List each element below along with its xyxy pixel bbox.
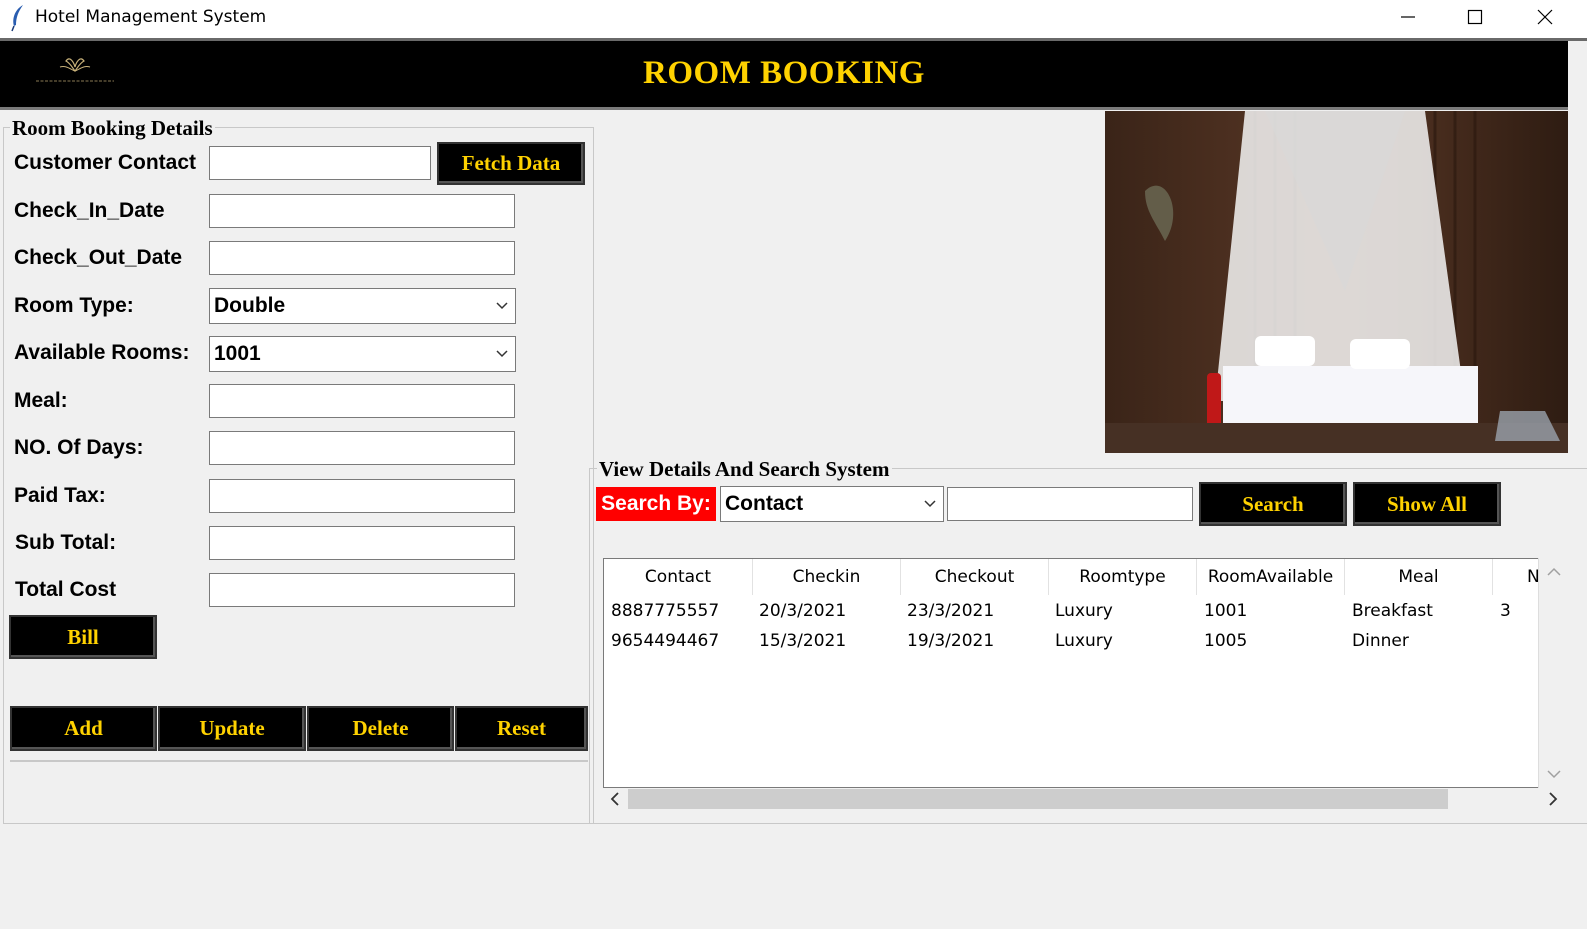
search-button[interactable]: Search (1199, 482, 1347, 526)
chevron-down-icon[interactable] (1539, 764, 1569, 784)
total-cost-input[interactable] (209, 573, 515, 607)
table-cell: Breakfast (1352, 601, 1433, 621)
days-input[interactable] (209, 431, 515, 465)
column-header-checkout[interactable]: Checkout (901, 559, 1049, 595)
column-header-contact[interactable]: Contact (604, 559, 753, 595)
chevron-right-icon[interactable] (1543, 788, 1563, 810)
meal-label: Meal: (14, 389, 68, 412)
search-input[interactable] (947, 487, 1193, 521)
table-cell: Luxury (1055, 601, 1113, 621)
reset-button[interactable]: Reset (455, 706, 588, 751)
table-cell: Luxury (1055, 631, 1113, 651)
table-cell: 23/3/2021 (907, 601, 995, 621)
room-type-label: Room Type: (14, 294, 134, 317)
window-title: Hotel Management System (35, 7, 267, 27)
column-header-meal[interactable]: Meal (1345, 559, 1493, 595)
column-header-checkin[interactable]: Checkin (753, 559, 901, 595)
table-cell: 15/3/2021 (759, 631, 847, 651)
table-cell: 9654494467 (611, 631, 720, 651)
show-all-button[interactable]: Show All (1353, 482, 1501, 526)
search-by-select[interactable]: Contact (720, 486, 944, 522)
update-button[interactable]: Update (158, 706, 306, 751)
chevron-left-icon[interactable] (605, 788, 625, 810)
vertical-scrollbar[interactable] (1538, 558, 1568, 788)
bill-button[interactable]: Bill (9, 615, 157, 659)
search-by-label: Search By: (596, 487, 716, 521)
room-type-select[interactable]: Double (209, 288, 516, 324)
chevron-down-icon (924, 500, 936, 508)
button-row-divider (10, 760, 588, 762)
table-cell: 8887775557 (611, 601, 720, 621)
check-in-input[interactable] (209, 194, 515, 228)
available-rooms-select[interactable]: 1001 (209, 336, 516, 372)
room-photo (1105, 111, 1568, 453)
check-in-label: Check_In_Date (14, 199, 165, 222)
table-cell: 19/3/2021 (907, 631, 995, 651)
sub-total-input[interactable] (209, 526, 515, 560)
search-system-legend: View Details And Search System (597, 457, 892, 482)
search-by-value: Contact (725, 492, 804, 515)
header-divider (0, 107, 1568, 110)
check-out-label: Check_Out_Date (14, 246, 183, 269)
page-title: ROOM BOOKING (643, 55, 925, 91)
table-cell: 3 (1500, 601, 1511, 621)
fetch-data-button[interactable]: Fetch Data (437, 142, 585, 185)
room-type-value: Double (214, 294, 286, 317)
horizontal-scroll-thumb[interactable] (628, 789, 1448, 809)
close-icon (1537, 9, 1553, 25)
booking-details-legend: Room Booking Details (10, 116, 215, 141)
column-header-roomavailable[interactable]: RoomAvailable (1197, 559, 1345, 595)
feather-icon (11, 5, 23, 32)
available-rooms-label: Available Rooms: (14, 341, 190, 364)
booking-table[interactable]: Contact Checkin Checkout Roomtype RoomAv… (603, 558, 1568, 788)
table-cell: 1005 (1204, 631, 1248, 651)
chevron-down-icon (496, 302, 508, 310)
days-label: NO. Of Days: (14, 436, 144, 459)
check-out-input[interactable] (209, 241, 515, 275)
minimize-button[interactable] (1385, 0, 1431, 34)
table-cell: 20/3/2021 (759, 601, 847, 621)
column-header-roomtype[interactable]: Roomtype (1049, 559, 1197, 595)
customer-contact-input[interactable] (209, 146, 431, 180)
delete-button[interactable]: Delete (307, 706, 454, 751)
minimize-icon (1401, 16, 1415, 18)
table-cell: 1001 (1204, 601, 1248, 621)
table-cell: Dinner (1352, 631, 1409, 651)
close-button[interactable] (1522, 0, 1568, 34)
customer-contact-label: Customer Contact (14, 151, 197, 174)
chevron-down-icon (496, 350, 508, 358)
total-cost-label: Total Cost (15, 578, 117, 601)
maximize-icon (1467, 9, 1483, 25)
chevron-up-icon[interactable] (1539, 562, 1569, 582)
maximize-button[interactable] (1452, 0, 1498, 34)
add-button[interactable]: Add (10, 706, 157, 751)
paid-tax-label: Paid Tax: (14, 484, 106, 507)
meal-input[interactable] (209, 384, 515, 418)
available-rooms-value: 1001 (214, 342, 261, 365)
sub-total-label: Sub Total: (15, 531, 117, 554)
paid-tax-input[interactable] (209, 479, 515, 513)
